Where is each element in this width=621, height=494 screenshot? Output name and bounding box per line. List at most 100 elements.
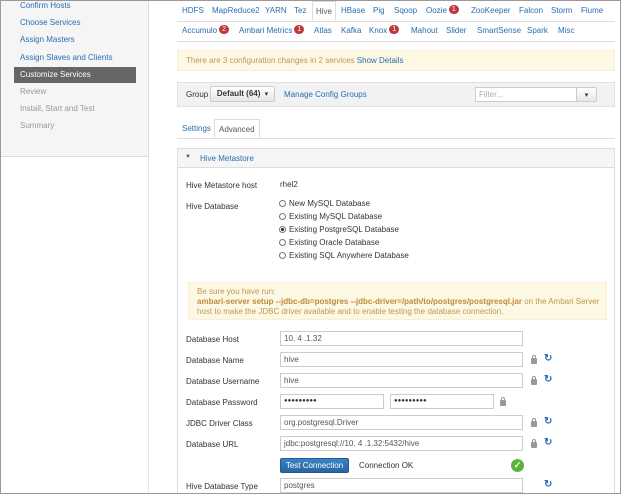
section-title: Hive Metastore xyxy=(200,154,254,163)
tab-falcon[interactable]: Falcon xyxy=(519,1,543,21)
tab-slider[interactable]: Slider xyxy=(446,21,466,41)
tab-ambari-metrics[interactable]: Ambari Metrics 1 xyxy=(239,21,305,41)
refresh-icon[interactable]: ↻ xyxy=(544,354,552,364)
caret-down-icon: ▾ xyxy=(584,92,589,99)
refresh-icon[interactable]: ↻ xyxy=(544,480,552,490)
tab-knox-label: Knox xyxy=(369,26,388,35)
radio-existing-postgresql[interactable]: Existing PostgreSQL Database xyxy=(279,225,399,235)
radio-existing-sql-anywhere[interactable]: Existing SQL Anywhere Database xyxy=(279,251,409,261)
note-line2: on the Ambari Server xyxy=(521,297,600,306)
tab-smartsense[interactable]: SmartSense xyxy=(477,21,521,41)
tab-ambari-metrics-label: Ambari Metrics xyxy=(239,26,293,35)
tab-accumulo[interactable]: Accumulo 2 xyxy=(182,21,230,41)
db-password-confirm-input[interactable]: ●●●●●●●●● xyxy=(390,394,494,409)
radio-label: Existing Oracle Database xyxy=(289,238,380,247)
lock-icon[interactable] xyxy=(531,355,537,364)
radio-new-mysql[interactable]: New MySQL Database xyxy=(279,199,370,209)
tab-oozie[interactable]: Oozie 1 xyxy=(426,1,459,21)
oozie-badge: 1 xyxy=(448,5,459,15)
lock-icon[interactable] xyxy=(531,376,537,385)
tabs-divider-2 xyxy=(177,41,615,42)
tab-atlas[interactable]: Atlas xyxy=(314,21,332,41)
config-changes-alert: There are 3 configuration changes in 2 s… xyxy=(177,50,615,71)
hive-db-type-input[interactable]: postgres xyxy=(280,478,523,493)
db-password-label: Database Password xyxy=(186,398,258,407)
db-url-input[interactable]: jdbc:postgresql://10. 4 .1.32:5432/hive xyxy=(280,436,523,451)
tab-oozie-label: Oozie xyxy=(426,6,447,15)
show-details-link[interactable]: Show Details xyxy=(357,56,404,65)
lock-icon[interactable] xyxy=(531,418,537,427)
refresh-icon[interactable]: ↻ xyxy=(544,438,552,448)
connection-status: Connection OK xyxy=(359,461,414,470)
tab-flume[interactable]: Flume xyxy=(581,1,603,21)
metastore-host-label: Hive Metastore host xyxy=(186,181,258,190)
test-connection-button[interactable]: Test Connection xyxy=(280,458,349,473)
step-confirm-hosts[interactable]: Confirm Hosts xyxy=(14,1,136,14)
hive-database-label: Hive Database xyxy=(186,202,239,211)
filter-input[interactable]: Filter... xyxy=(475,87,577,102)
tab-misc[interactable]: Misc xyxy=(558,21,574,41)
tab-yarn[interactable]: YARN xyxy=(265,1,287,21)
collapse-caret-icon: ▼ xyxy=(185,154,191,160)
lock-icon[interactable] xyxy=(500,397,506,406)
group-selected-value: Default (64) xyxy=(216,89,261,98)
lock-icon[interactable] xyxy=(531,439,537,448)
tab-mapreduce2[interactable]: MapReduce2 xyxy=(212,1,260,21)
tab-hbase[interactable]: HBase xyxy=(341,1,365,21)
tab-tez[interactable]: Tez xyxy=(294,1,306,21)
hive-metastore-header[interactable]: ▼ Hive Metastore xyxy=(178,149,614,168)
wizard-steps-sidebar: Confirm Hosts Choose Services Assign Mas… xyxy=(1,1,149,157)
refresh-icon[interactable]: ↻ xyxy=(544,417,552,427)
radio-label: Existing PostgreSQL Database xyxy=(289,225,399,234)
sidebar-spacer xyxy=(1,157,149,493)
step-choose-services[interactable]: Choose Services xyxy=(14,15,136,31)
refresh-icon[interactable]: ↻ xyxy=(544,375,552,385)
tab-sqoop[interactable]: Sqoop xyxy=(394,1,417,21)
step-customize-services[interactable]: Customize Services xyxy=(14,67,136,83)
radio-icon xyxy=(279,252,286,259)
db-host-label: Database Host xyxy=(186,335,239,344)
db-host-input[interactable]: 10. 4 .1.32 xyxy=(280,331,523,346)
metastore-host-value: rhel2 xyxy=(280,180,298,189)
tab-knox[interactable]: Knox 1 xyxy=(369,21,400,41)
radio-existing-oracle[interactable]: Existing Oracle Database xyxy=(279,238,379,248)
tab-advanced[interactable]: Advanced xyxy=(214,119,260,138)
manage-config-groups-link[interactable]: Manage Config Groups xyxy=(284,90,367,99)
radio-label: New MySQL Database xyxy=(289,199,371,208)
tab-settings[interactable]: Settings xyxy=(182,119,211,138)
subtabs-divider xyxy=(177,138,615,139)
tab-pig[interactable]: Pig xyxy=(373,1,385,21)
db-username-input[interactable]: hive xyxy=(280,373,523,388)
tab-storm[interactable]: Storm xyxy=(551,1,572,21)
alert-text: There are 3 configuration changes in 2 s… xyxy=(186,56,355,65)
step-assign-masters[interactable]: Assign Masters xyxy=(14,32,136,48)
note-command: ambari-server setup --jdbc-db=postgres -… xyxy=(197,297,522,306)
filter-dropdown-button[interactable]: ▾ xyxy=(576,87,597,102)
radio-icon xyxy=(279,239,286,246)
jdbc-driver-class-input[interactable]: org.postgresql.Driver xyxy=(280,415,523,430)
hive-db-type-label: Hive Database Type xyxy=(186,482,258,491)
step-assign-slaves[interactable]: Assign Slaves and Clients xyxy=(14,50,136,66)
db-name-label: Database Name xyxy=(186,356,244,365)
tab-hive[interactable]: Hive xyxy=(312,1,337,21)
tab-accumulo-label: Accumulo xyxy=(182,26,218,35)
tab-kafka[interactable]: Kafka xyxy=(341,21,361,41)
jdbc-setup-note: Be sure you have run: ambari-server setu… xyxy=(188,282,607,320)
radio-label: Existing SQL Anywhere Database xyxy=(289,251,409,260)
db-name-input[interactable]: hive xyxy=(280,352,523,367)
note-line1: Be sure you have run: xyxy=(197,287,276,296)
accumulo-badge: 2 xyxy=(219,25,230,35)
step-install-start-test: Install, Start and Test xyxy=(20,104,95,113)
radio-label: Existing MySQL Database xyxy=(289,212,383,221)
tab-zookeeper[interactable]: ZooKeeper xyxy=(471,1,511,21)
tab-spark[interactable]: Spark xyxy=(527,21,548,41)
db-password-input[interactable]: ●●●●●●●●● xyxy=(280,394,384,409)
check-circle-icon: ✓ xyxy=(511,459,524,472)
step-review: Review xyxy=(20,87,47,96)
radio-existing-mysql[interactable]: Existing MySQL Database xyxy=(279,212,382,222)
tab-hdfs[interactable]: HDFS xyxy=(182,1,204,21)
radio-selected-icon xyxy=(279,226,286,233)
group-select[interactable]: Default (64) ▾ xyxy=(210,86,275,102)
ambari-metrics-badge: 1 xyxy=(294,25,305,35)
tab-mahout[interactable]: Mahout xyxy=(411,21,438,41)
